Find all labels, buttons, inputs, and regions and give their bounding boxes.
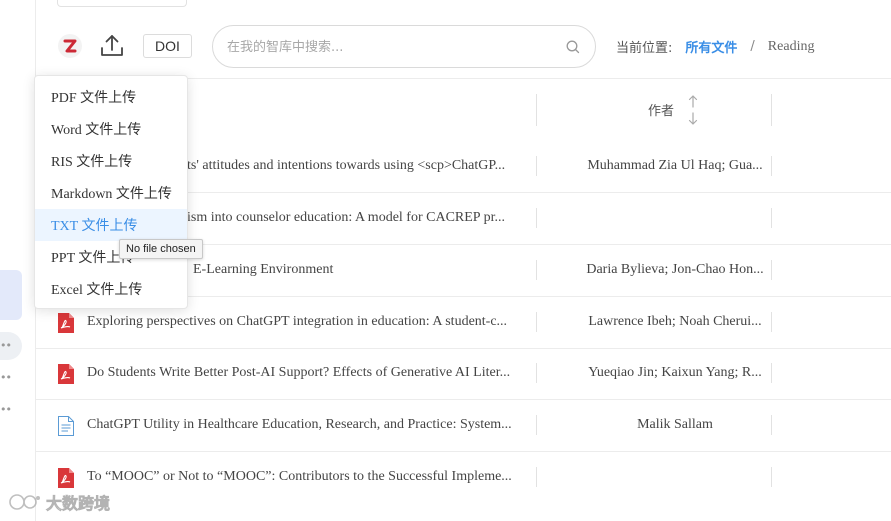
search-icon[interactable]	[565, 39, 581, 55]
table-row-author: Yueqiao Jin; Kaixun Yang; R...	[588, 365, 762, 380]
pdf-icon	[58, 313, 74, 333]
watermark-logo-icon	[9, 494, 40, 510]
search-box[interactable]	[212, 25, 596, 68]
column-header-author[interactable]: 作者	[648, 100, 674, 119]
cell-divider	[536, 363, 537, 383]
breadcrumb-separator: /	[750, 39, 755, 54]
pdf-icon	[58, 468, 74, 488]
watermark-text: 大数跨境	[46, 494, 111, 514]
pdf-icon	[58, 364, 74, 384]
breadcrumb-label: 当前位置:	[616, 41, 673, 56]
breadcrumb-root-link[interactable]: 所有文件	[685, 37, 737, 56]
row-divider	[36, 399, 891, 400]
upload-markdown-item[interactable]: Markdown 文件上传	[35, 177, 187, 209]
breadcrumb-current: Reading	[767, 38, 815, 54]
cell-divider	[771, 312, 772, 332]
column-divider[interactable]	[771, 94, 772, 126]
upload-icon[interactable]	[97, 31, 127, 61]
doi-button[interactable]: DOI	[143, 34, 192, 58]
cell-divider	[536, 415, 537, 435]
table-row-title[interactable]: Exploring perspectives on ChatGPT integr…	[87, 314, 517, 330]
more-dots-icon: ••	[0, 339, 12, 352]
table-row-title[interactable]: ts' attitudes and intentions towards usi…	[187, 158, 517, 174]
row-divider	[36, 348, 891, 349]
zotero-z-icon[interactable]	[58, 34, 82, 58]
cell-divider	[771, 467, 772, 487]
top-tab-edge	[57, 0, 187, 7]
left-sidebar: •• •• ••	[0, 0, 36, 521]
cell-divider	[771, 260, 772, 280]
cell-divider	[771, 208, 772, 228]
watermark: 大数跨境	[8, 490, 110, 514]
upload-word-item[interactable]: Word 文件上传	[35, 113, 187, 145]
table-row-title[interactable]: ChatGPT Utility in Healthcare Education,…	[87, 417, 517, 433]
cell-divider	[536, 208, 537, 228]
table-row-title[interactable]: To “MOOC” or Not to “MOOC”: Contributors…	[87, 469, 517, 485]
cell-divider	[536, 312, 537, 332]
table-row-author: Daria Bylieva; Jon-Chao Hon...	[586, 262, 764, 277]
table-row-author: Malik Sallam	[637, 417, 713, 432]
file-input-tooltip: No file chosen	[119, 239, 203, 259]
breadcrumb: 当前位置: 所有文件 / Reading	[616, 37, 815, 57]
sidebar-active-item[interactable]	[0, 270, 22, 320]
table-row-title[interactable]: ism into counselor education: A model fo…	[187, 210, 517, 226]
sort-icon[interactable]	[686, 93, 700, 127]
column-divider[interactable]	[536, 94, 537, 126]
cell-divider	[536, 260, 537, 280]
table-row-author: Lawrence Ibeh; Noah Cherui...	[588, 314, 762, 329]
upload-menu: PDF 文件上传 Word 文件上传 RIS 文件上传 Markdown 文件上…	[34, 75, 188, 309]
sidebar-dots-icon[interactable]: ••	[0, 371, 12, 384]
row-divider	[36, 451, 891, 452]
document-icon	[58, 416, 74, 436]
cell-divider	[771, 415, 772, 435]
cell-divider	[771, 156, 772, 176]
cell-divider	[536, 156, 537, 176]
upload-excel-item[interactable]: Excel 文件上传	[35, 273, 187, 305]
upload-txt-item[interactable]: TXT 文件上传	[35, 209, 187, 241]
upload-pdf-item[interactable]: PDF 文件上传	[35, 81, 187, 113]
sidebar-more-button[interactable]: ••	[0, 332, 22, 360]
table-row-title[interactable]: Do Students Write Better Post-AI Support…	[87, 365, 517, 381]
upload-ris-item[interactable]: RIS 文件上传	[35, 145, 187, 177]
table-row-title[interactable]: E-Learning Environment	[193, 262, 513, 278]
sidebar-dots-icon[interactable]: ••	[0, 403, 12, 416]
table-row-author: Muhammad Zia Ul Haq; Gua...	[587, 158, 763, 173]
cell-divider	[536, 467, 537, 487]
search-input[interactable]	[227, 37, 557, 57]
cell-divider	[771, 363, 772, 383]
